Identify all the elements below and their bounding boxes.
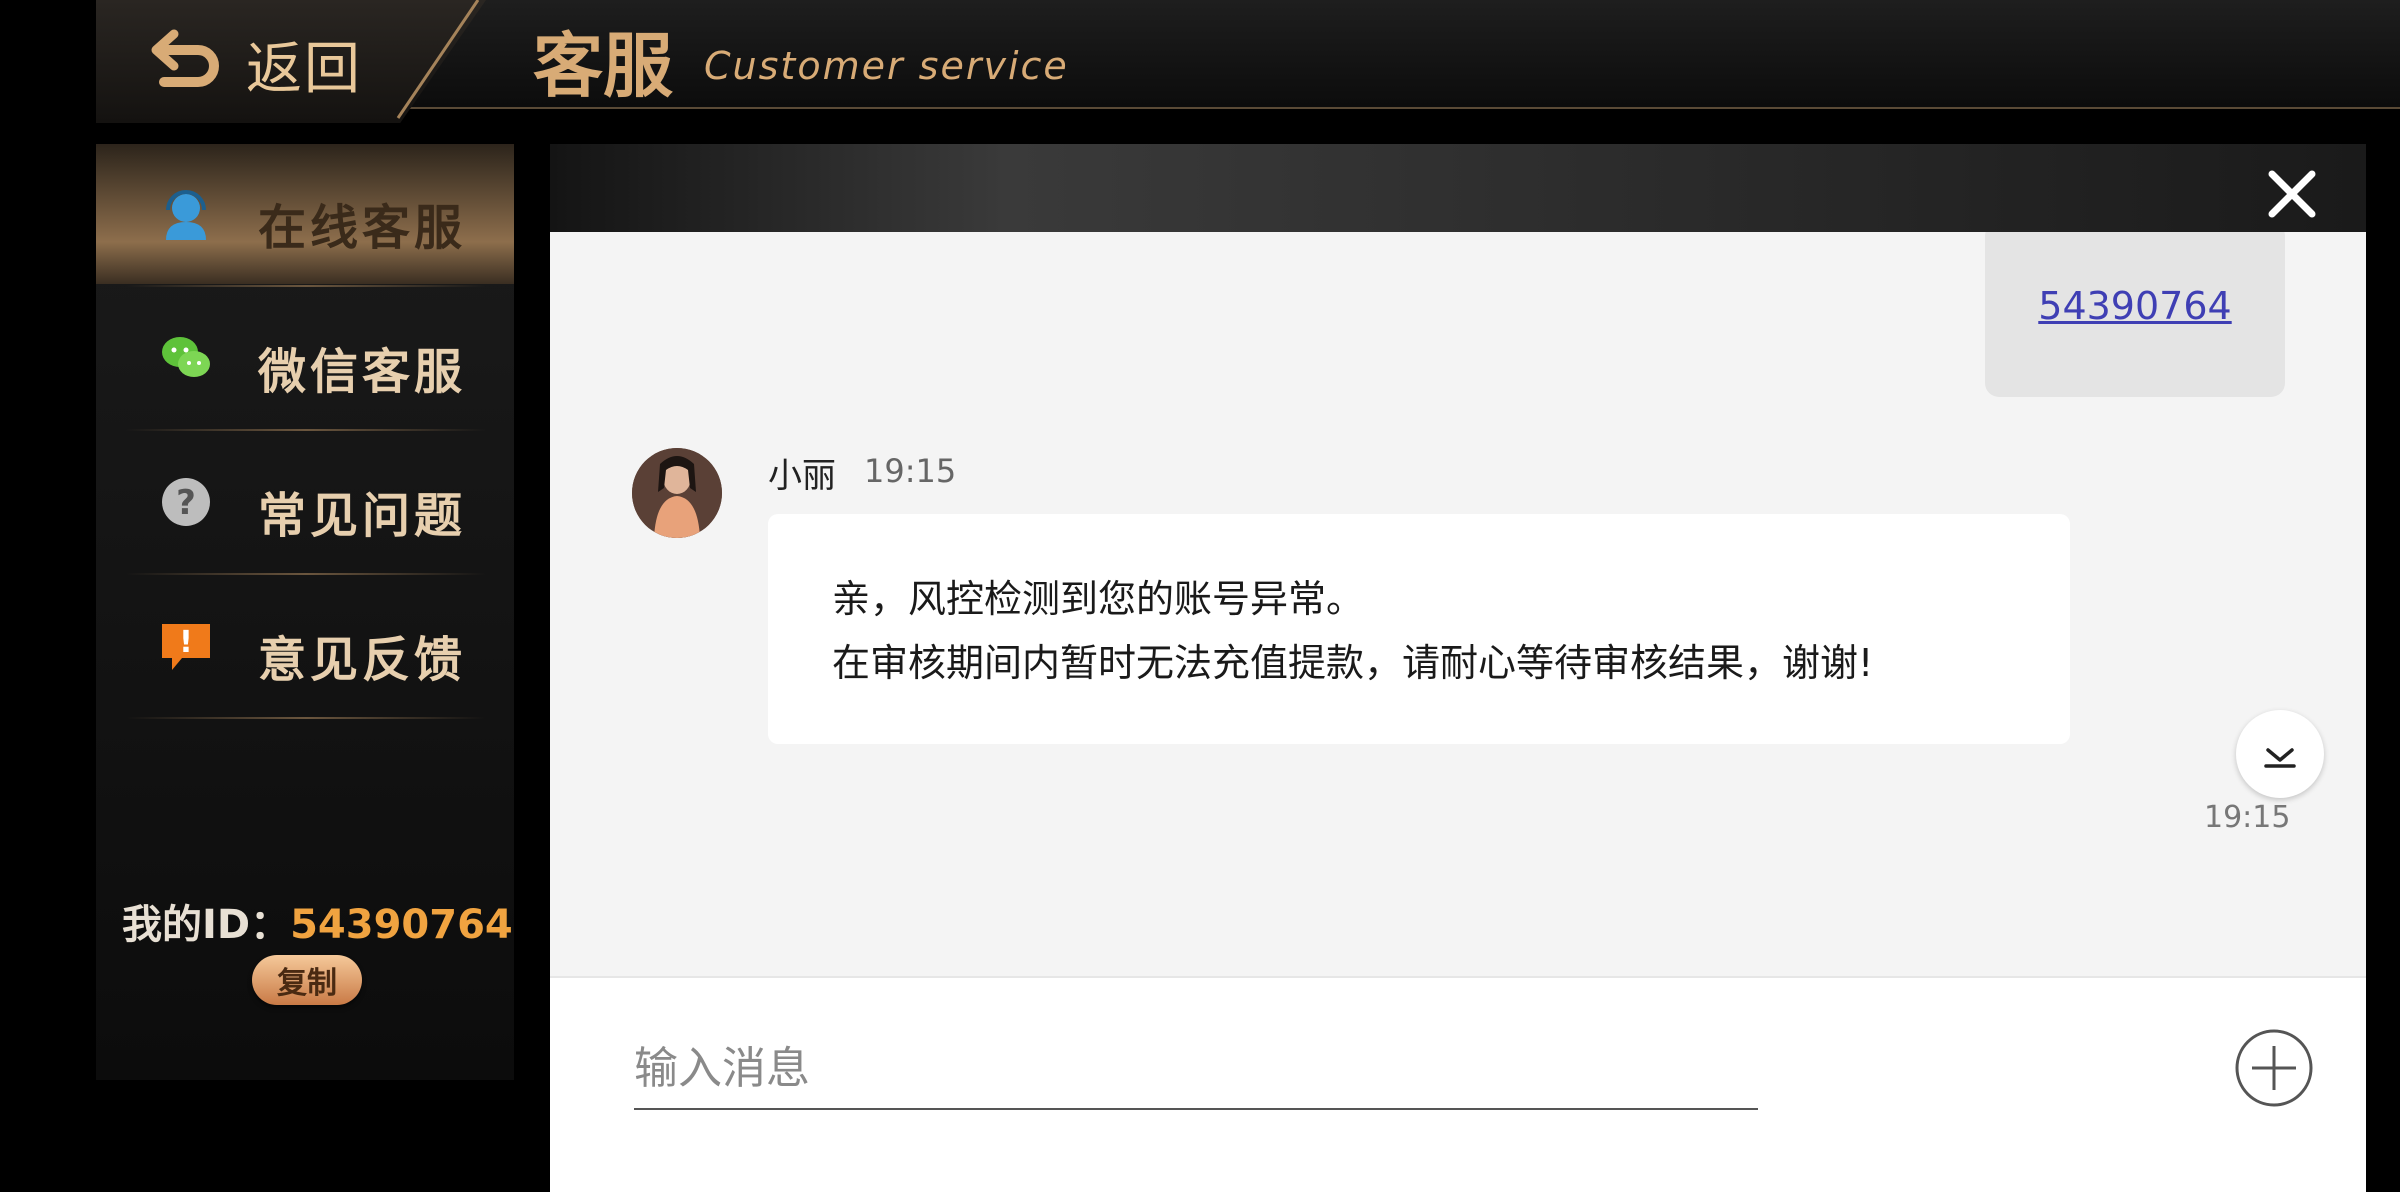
message-list[interactable]: 54390764 小丽 19:15 亲，风控检测到您的账号异常。 在审核期间内暂… xyxy=(550,232,2366,976)
chevron-down-icon xyxy=(2264,748,2296,768)
divider xyxy=(126,717,486,719)
my-id: 我的ID：54390764 xyxy=(122,892,513,950)
message-input[interactable] xyxy=(634,1028,1758,1110)
back-arrow-icon xyxy=(151,29,219,87)
sidebar-item-label: 意见反馈 xyxy=(258,632,467,688)
divider xyxy=(126,285,486,287)
message-composer xyxy=(550,976,2366,1192)
sidebar-item-label: 在线客服 xyxy=(258,200,467,256)
svg-text:!: ! xyxy=(179,625,193,660)
my-id-label: 我的ID： xyxy=(122,902,291,948)
message-timestamp: 19:15 xyxy=(864,452,957,490)
sidebar-item-feedback[interactable]: ! 意见反馈 xyxy=(96,576,514,716)
wechat-icon xyxy=(162,337,210,377)
page-subtitle: Customer service xyxy=(704,44,1069,88)
my-id-value: 54390764 xyxy=(290,902,513,948)
divider xyxy=(126,429,486,431)
message-line: 在审核期间内暂时无法充值提款，请耐心等待审核结果，谢谢! xyxy=(832,641,1874,685)
chat-panel-topbar xyxy=(550,144,2366,232)
plus-icon[interactable] xyxy=(2234,1028,2314,1108)
close-icon[interactable] xyxy=(2262,164,2322,224)
sender-name: 小丽 xyxy=(768,456,836,496)
sidebar-item-wechat-service[interactable]: 微信客服 xyxy=(96,288,514,428)
sidebar-item-label: 常见问题 xyxy=(258,488,467,544)
chat-panel: 54390764 小丽 19:15 亲，风控检测到您的账号异常。 在审核期间内暂… xyxy=(550,144,2366,1192)
back-label: 返回 xyxy=(246,37,362,102)
outgoing-message-bubble: 54390764 xyxy=(1985,232,2285,397)
svg-text:?: ? xyxy=(176,483,196,523)
question-icon: ? xyxy=(162,478,210,526)
sidebar-item-online-service[interactable]: 在线客服 xyxy=(96,144,514,284)
page-title: 客服 xyxy=(533,25,673,107)
header-divider xyxy=(396,0,480,119)
headset-user-icon xyxy=(166,190,206,240)
divider xyxy=(126,573,486,575)
copy-id-button[interactable]: 复制 xyxy=(252,955,362,1005)
sidebar-item-faq[interactable]: ? 常见问题 xyxy=(96,432,514,572)
outgoing-message-link[interactable]: 54390764 xyxy=(1985,284,2285,328)
sidebar-item-label: 微信客服 xyxy=(258,344,467,400)
agent-avatar-image xyxy=(632,448,722,538)
incoming-message-bubble: 亲，风控检测到您的账号异常。 在审核期间内暂时无法充值提款，请耐心等待审核结果，… xyxy=(768,514,2070,744)
message-line: 亲，风控检测到您的账号异常。 xyxy=(832,577,1365,621)
avatar[interactable] xyxy=(632,448,722,538)
feedback-exclamation-icon: ! xyxy=(162,624,210,670)
scroll-to-bottom-button[interactable] xyxy=(2236,710,2324,798)
message-timestamp: 19:15 xyxy=(2204,800,2291,835)
